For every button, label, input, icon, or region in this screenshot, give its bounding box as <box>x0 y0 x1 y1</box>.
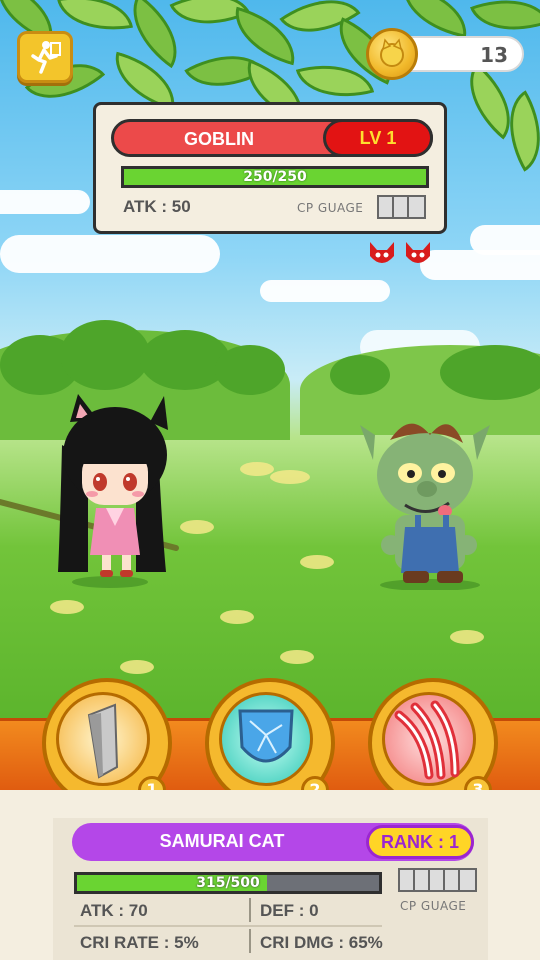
cp-gauge-slot <box>430 870 445 890</box>
enemy-cp-gauge-label: CP GUAGE <box>297 201 364 215</box>
bush <box>215 345 285 395</box>
enemy-atk: ATK : 50 <box>123 197 191 216</box>
bush <box>60 320 150 390</box>
enemy-level-badge: LV 1 <box>323 119 433 157</box>
cloud <box>0 235 220 273</box>
samurai-cat-character <box>0 394 179 588</box>
cp-gauge-slot <box>460 870 475 890</box>
player-rank-badge: RANK : 1 <box>366 825 474 859</box>
player-cp-gauge-label: CP GUAGE <box>400 899 467 913</box>
player-hp-text: 315/500 <box>196 875 260 891</box>
player-cri-dmg: CRI DMG : 65% <box>260 933 383 952</box>
cloud <box>0 190 90 214</box>
skill-button-shield[interactable]: 2 <box>205 678 335 808</box>
claw-slash-icon <box>382 692 476 786</box>
bush <box>330 355 390 395</box>
devil-icon <box>370 242 394 263</box>
cp-gauge-slot <box>394 197 409 217</box>
grass-highlight <box>120 660 154 674</box>
enemy-name: GOBLIN <box>184 129 254 149</box>
grass-highlight <box>220 610 254 624</box>
enemy-hp-text: 250/250 <box>243 169 307 185</box>
cp-gauge-slot <box>415 870 430 890</box>
grass-highlight <box>450 630 484 644</box>
stat-divider <box>249 929 251 953</box>
player-def: DEF : 0 <box>260 901 319 920</box>
running-exit-icon <box>31 41 61 74</box>
devil-icon <box>406 242 430 263</box>
cloud <box>470 225 540 255</box>
stat-divider <box>74 925 382 927</box>
flee-button[interactable] <box>17 31 73 83</box>
grass-highlight <box>50 600 84 614</box>
enemy-info-panel: GOBLIN LV 1 250/250 ATK : 50 CP GUAGE <box>93 102 447 234</box>
grass-highlight <box>280 650 314 664</box>
player-name: SAMURAI CAT <box>159 831 285 851</box>
coin-icon <box>366 28 418 80</box>
player-info-panel: SAMURAI CAT RANK : 1 315/500 CP GUAGE AT… <box>53 818 488 960</box>
player-atk: ATK : 70 <box>80 901 148 920</box>
grass-highlight <box>270 470 310 484</box>
cp-gauge-slot <box>445 870 460 890</box>
coin-count: 13 <box>480 43 508 67</box>
skill-button-claw[interactable]: 3 <box>368 678 498 808</box>
cloud <box>260 280 390 302</box>
cp-gauge-slot <box>379 197 394 217</box>
player-name-bar: SAMURAI CAT RANK : 1 <box>72 823 474 861</box>
shield-icon <box>219 692 313 786</box>
enemy-hp-bar: 250/250 <box>121 166 429 188</box>
player-cri-rate: CRI RATE : 5% <box>80 933 199 952</box>
stat-divider <box>249 898 251 922</box>
cp-gauge-slot <box>400 870 415 890</box>
player-hp-bar: 315/500 <box>74 872 382 894</box>
player-cp-gauge <box>398 868 477 892</box>
skill-button-sword[interactable]: 1 <box>42 678 172 808</box>
grass-highlight <box>240 462 274 476</box>
enemy-cp-gauge <box>377 195 426 219</box>
cp-gauge-slot <box>409 197 424 217</box>
goblin-character <box>360 423 490 590</box>
bush <box>440 345 540 400</box>
sword-icon <box>56 692 150 786</box>
grass-highlight <box>300 555 334 569</box>
enemy-name-bar: GOBLIN LV 1 <box>111 119 433 157</box>
